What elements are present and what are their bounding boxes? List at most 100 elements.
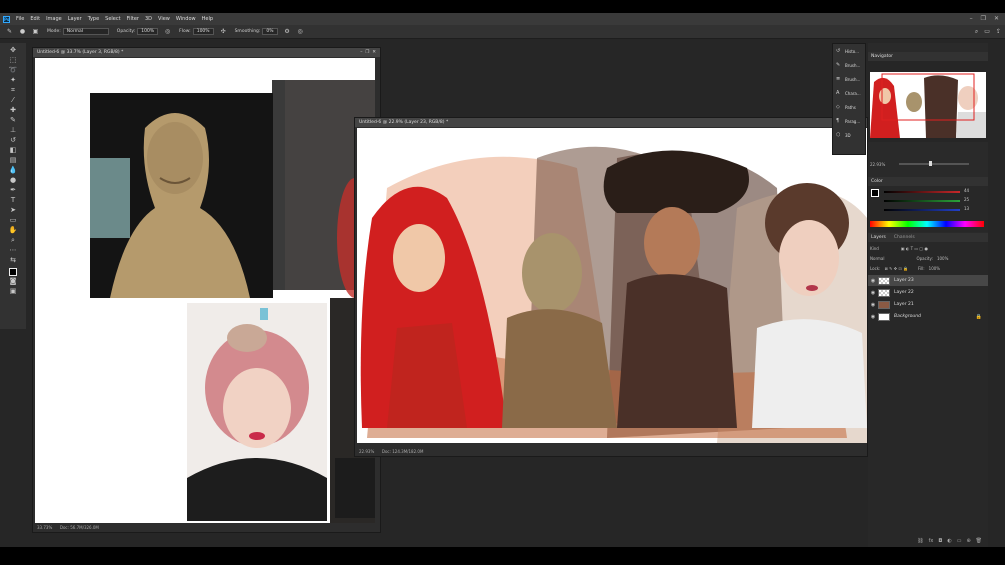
paths-panel-button[interactable]: ◇ Paths xyxy=(833,100,865,114)
menu-help[interactable]: Help xyxy=(202,16,213,22)
workspace-icon[interactable]: ▭ xyxy=(984,28,990,36)
smoothing-settings-icon[interactable]: ⚙ xyxy=(284,28,291,35)
visibility-eye-icon[interactable]: ◉ xyxy=(868,278,878,284)
navigator-zoom-value[interactable]: 22.93% xyxy=(870,162,885,167)
menu-window[interactable]: Window xyxy=(176,16,196,22)
search-icon[interactable]: ⌕ xyxy=(975,28,978,36)
foreground-color-swatch[interactable] xyxy=(9,268,17,276)
crop-tool-icon[interactable]: ⌗ xyxy=(6,85,20,95)
layer-name[interactable]: Layer 22 xyxy=(894,290,914,295)
adjustment-layer-icon[interactable]: ◐ xyxy=(947,538,951,544)
minimize-icon[interactable]: – xyxy=(970,15,973,22)
red-slider[interactable] xyxy=(884,191,960,193)
doc1-canvas[interactable] xyxy=(35,58,375,528)
visibility-eye-icon[interactable]: ◉ xyxy=(868,314,878,320)
brush-panel-icon[interactable]: ▣ xyxy=(32,28,39,35)
doc1-controls[interactable]: – ❐ ✕ xyxy=(360,48,376,57)
add-mask-icon[interactable]: ◘ xyxy=(938,538,942,544)
lasso-tool-icon[interactable]: ➰ xyxy=(6,65,20,75)
document-window-painting[interactable]: Untitled-6 @ 22.9% (Layer 23, RGB/8) * 2… xyxy=(354,117,868,457)
doc2-canvas[interactable] xyxy=(357,128,867,443)
opacity-input[interactable]: 100% xyxy=(137,28,159,35)
menu-filter[interactable]: Filter xyxy=(127,16,139,22)
visibility-eye-icon[interactable]: ◉ xyxy=(868,290,878,296)
type-tool-icon[interactable]: T xyxy=(6,195,20,205)
tab-color[interactable]: Color xyxy=(871,177,883,186)
layer-name[interactable]: Layer 23 xyxy=(894,278,914,283)
layer-row-background[interactable]: ◉ Background 🔒 xyxy=(868,311,988,322)
share-icon[interactable]: ⇪ xyxy=(996,28,1001,36)
dodge-tool-icon[interactable]: ● xyxy=(6,175,20,185)
blur-tool-icon[interactable]: 💧 xyxy=(6,165,20,175)
brush-preset-icon[interactable]: ● xyxy=(19,28,26,35)
blue-slider[interactable] xyxy=(884,209,960,211)
layer-name[interactable]: Layer 21 xyxy=(894,302,914,307)
eraser-tool-icon[interactable]: ◧ xyxy=(6,145,20,155)
document-window-reference[interactable]: Untitled-6 @ 33.7% (Layer 3, RGB/8) * – … xyxy=(32,47,381,533)
navigator-thumbnail[interactable] xyxy=(870,72,986,138)
tab-channels[interactable]: Channels xyxy=(894,233,915,242)
filter-kind-select[interactable]: Kind xyxy=(870,246,879,251)
visibility-eye-icon[interactable]: ◉ xyxy=(868,302,878,308)
pressure-size-icon[interactable]: ◎ xyxy=(297,28,304,35)
swap-colors-icon[interactable]: ⇆ xyxy=(6,255,20,265)
layer-opacity-value[interactable]: 100% xyxy=(937,256,948,261)
navigator-zoom-slider[interactable] xyxy=(899,161,970,166)
layer-name[interactable]: Background xyxy=(894,314,921,319)
stamp-tool-icon[interactable]: ⊥ xyxy=(6,125,20,135)
menu-image[interactable]: Image xyxy=(46,16,62,22)
color-swatch[interactable] xyxy=(871,189,879,197)
mode-select[interactable]: Normal xyxy=(62,28,109,35)
menu-3d[interactable]: 3D xyxy=(145,16,152,22)
blend-mode-select[interactable]: Normal xyxy=(870,256,884,261)
menu-layer[interactable]: Layer xyxy=(68,16,82,22)
brush-tool-icon[interactable]: ✎ xyxy=(6,115,20,125)
restore-icon[interactable]: ❐ xyxy=(981,15,986,22)
tab-navigator[interactable]: Navigator xyxy=(871,52,893,61)
move-tool-icon[interactable]: ✥ xyxy=(6,45,20,55)
brush-tool-icon[interactable]: ✎ xyxy=(6,28,13,35)
pressure-opacity-icon[interactable]: ◎ xyxy=(164,28,171,35)
menu-view[interactable]: View xyxy=(158,16,170,22)
eyedropper-tool-icon[interactable]: ⁄ xyxy=(6,95,20,105)
doc2-title-bar[interactable]: Untitled-6 @ 22.9% (Layer 23, RGB/8) * xyxy=(355,118,867,127)
character-panel-button[interactable]: A Chara... xyxy=(833,86,865,100)
new-group-icon[interactable]: ▭ xyxy=(957,538,962,544)
quick-mask-icon[interactable]: ◙ xyxy=(6,276,20,286)
screen-mode-icon[interactable]: ▣ xyxy=(6,286,20,296)
path-select-tool-icon[interactable]: ➤ xyxy=(6,205,20,215)
green-value[interactable]: 25 xyxy=(964,197,969,202)
tab-layers[interactable]: Layers xyxy=(871,233,886,242)
airbrush-icon[interactable]: ✣ xyxy=(220,28,227,35)
more-tools-icon[interactable]: ⋯ xyxy=(6,245,20,255)
gradient-tool-icon[interactable]: ▤ xyxy=(6,155,20,165)
pen-tool-icon[interactable]: ✒ xyxy=(6,185,20,195)
menu-select[interactable]: Select xyxy=(105,16,120,22)
zoom-tool-icon[interactable]: ⌕ xyxy=(6,235,20,245)
layer-row-layer-21[interactable]: ◉ Layer 21 xyxy=(868,299,988,310)
history-panel-button[interactable]: ↺ Histo... xyxy=(833,44,865,58)
layer-row-layer-23[interactable]: ◉ Layer 23 xyxy=(868,275,988,286)
color-spectrum[interactable] xyxy=(870,221,984,227)
doc1-zoom[interactable]: 33.73% xyxy=(37,525,52,530)
navigator-zoom-knob[interactable] xyxy=(929,161,933,166)
flow-input[interactable]: 100% xyxy=(192,28,214,35)
link-layers-icon[interactable]: ⛓ xyxy=(917,538,923,544)
filter-icons[interactable]: ▣ ◐ T ▭ ▢ ● xyxy=(901,246,928,251)
fill-value[interactable]: 100% xyxy=(929,266,940,271)
blue-value[interactable]: 13 xyxy=(964,206,969,211)
brush-panel-button[interactable]: ✎ Brush... xyxy=(833,58,865,72)
new-layer-icon[interactable]: ⊕ xyxy=(966,538,970,544)
red-value[interactable]: 44 xyxy=(964,188,969,193)
hand-tool-icon[interactable]: ✋ xyxy=(6,225,20,235)
menu-edit[interactable]: Edit xyxy=(30,16,40,22)
close-icon[interactable]: ✕ xyxy=(994,15,999,22)
3d-panel-button[interactable]: ⬡ 3D xyxy=(833,128,865,142)
doc1-title-bar[interactable]: Untitled-6 @ 33.7% (Layer 3, RGB/8) * – … xyxy=(33,48,380,57)
menu-type[interactable]: Type xyxy=(88,16,99,22)
paragraph-panel-button[interactable]: ¶ Parag... xyxy=(833,114,865,128)
history-brush-tool-icon[interactable]: ↺ xyxy=(6,135,20,145)
marquee-tool-icon[interactable]: ⬚ xyxy=(6,55,20,65)
magic-wand-tool-icon[interactable]: ✦ xyxy=(6,75,20,85)
brush-settings-panel-button[interactable]: ≣ Brush... xyxy=(833,72,865,86)
